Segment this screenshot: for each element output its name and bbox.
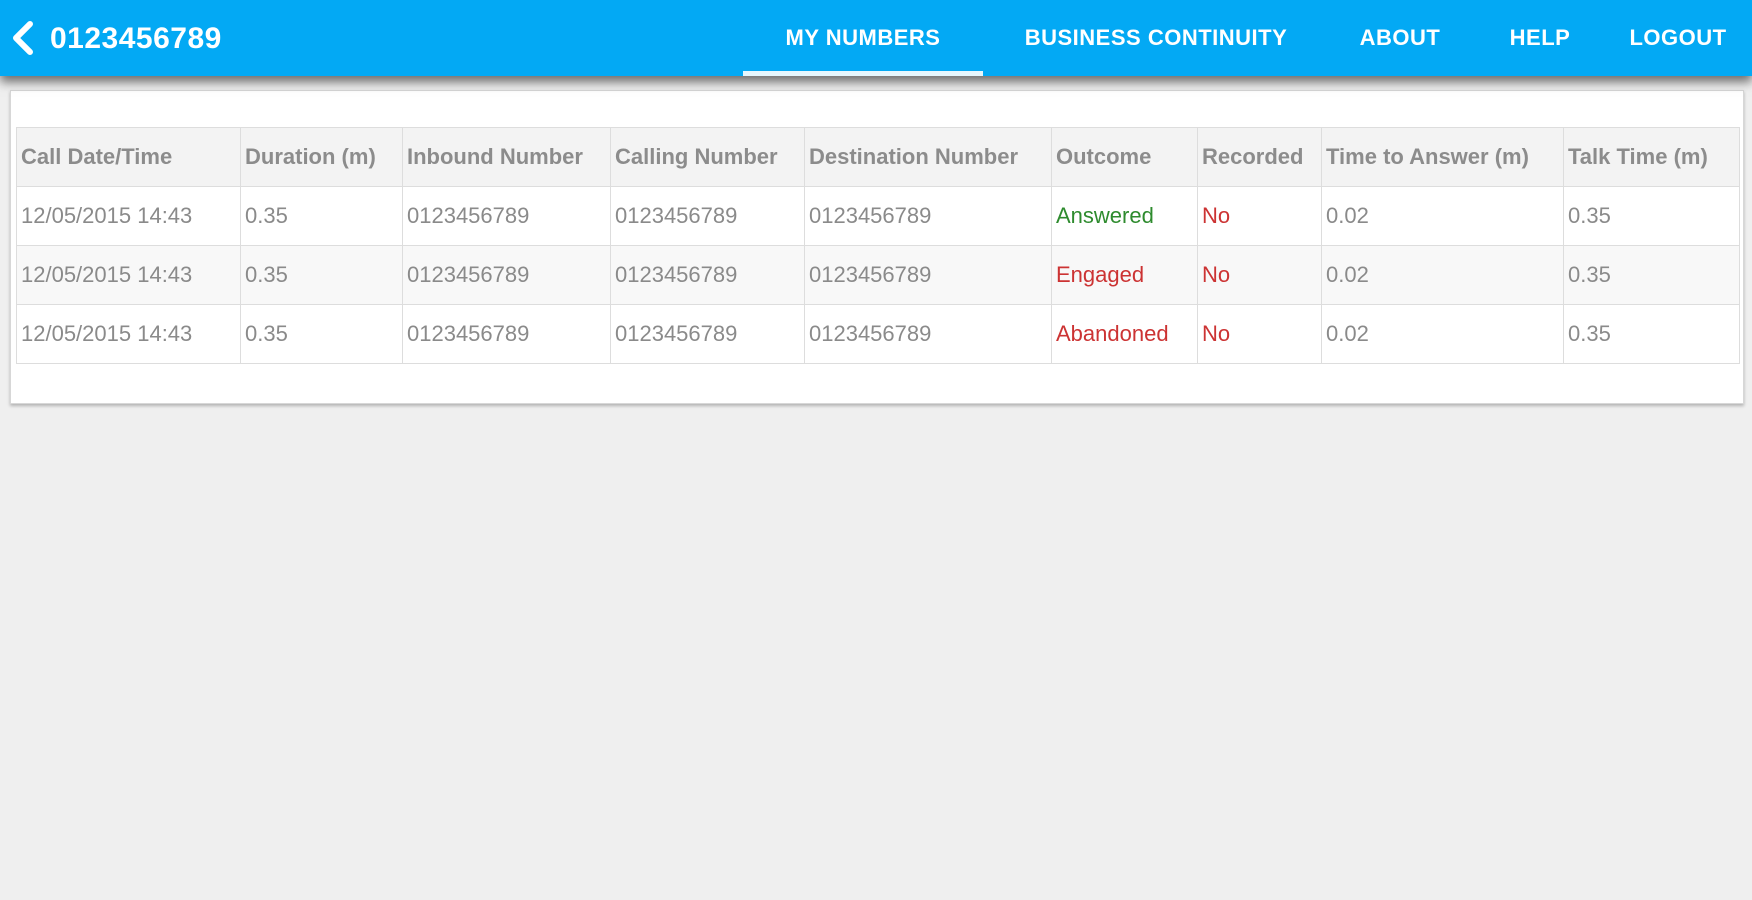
cell-destination: 0123456789: [804, 304, 1052, 364]
chevron-left-icon: [13, 21, 33, 55]
column-header[interactable]: Calling Number: [610, 127, 805, 187]
cell-datetime: 12/05/2015 14:43: [16, 304, 241, 364]
table-row[interactable]: 12/05/2015 14:43 0.35 0123456789 0123456…: [16, 245, 1740, 305]
nav-business-continuity[interactable]: BUSINESS CONTINUITY: [1016, 0, 1296, 76]
cell-duration: 0.35: [240, 186, 403, 246]
cell-inbound: 0123456789: [402, 304, 611, 364]
cell-recorded: No: [1197, 304, 1322, 364]
cell-recorded: No: [1197, 186, 1322, 246]
call-log-panel: Call Date/Time Duration (m) Inbound Numb…: [10, 90, 1744, 404]
table-row[interactable]: 12/05/2015 14:43 0.35 0123456789 0123456…: [16, 186, 1740, 246]
cell-duration: 0.35: [240, 304, 403, 364]
page-title: 0123456789: [50, 22, 222, 55]
cell-destination: 0123456789: [804, 245, 1052, 305]
cell-outcome: Answered: [1051, 186, 1198, 246]
cell-datetime: 12/05/2015 14:43: [16, 186, 241, 246]
nav-help[interactable]: HELP: [1490, 0, 1590, 76]
cell-datetime: 12/05/2015 14:43: [16, 245, 241, 305]
cell-calling: 0123456789: [610, 304, 805, 364]
cell-talk-time: 0.35: [1563, 186, 1740, 246]
cell-time-to-answer: 0.02: [1321, 245, 1564, 305]
column-header[interactable]: Outcome: [1051, 127, 1198, 187]
app-header: 0123456789 MY NUMBERS BUSINESS CONTINUIT…: [0, 0, 1752, 76]
cell-recorded: No: [1197, 245, 1322, 305]
cell-calling: 0123456789: [610, 186, 805, 246]
column-header[interactable]: Duration (m): [240, 127, 403, 187]
column-header[interactable]: Inbound Number: [402, 127, 611, 187]
column-header[interactable]: Talk Time (m): [1563, 127, 1740, 187]
table-header-row: Call Date/Time Duration (m) Inbound Numb…: [16, 127, 1740, 187]
column-header[interactable]: Time to Answer (m): [1321, 127, 1564, 187]
cell-calling: 0123456789: [610, 245, 805, 305]
nav-about[interactable]: ABOUT: [1340, 0, 1460, 76]
cell-outcome: Engaged: [1051, 245, 1198, 305]
column-header[interactable]: Destination Number: [804, 127, 1052, 187]
nav-my-numbers[interactable]: MY NUMBERS: [743, 0, 983, 76]
cell-outcome: Abandoned: [1051, 304, 1198, 364]
cell-destination: 0123456789: [804, 186, 1052, 246]
cell-duration: 0.35: [240, 245, 403, 305]
cell-inbound: 0123456789: [402, 186, 611, 246]
column-header[interactable]: Call Date/Time: [16, 127, 241, 187]
table-row[interactable]: 12/05/2015 14:43 0.35 0123456789 0123456…: [16, 304, 1740, 364]
column-header[interactable]: Recorded: [1197, 127, 1322, 187]
cell-time-to-answer: 0.02: [1321, 186, 1564, 246]
cell-talk-time: 0.35: [1563, 245, 1740, 305]
back-button[interactable]: [6, 18, 40, 58]
cell-inbound: 0123456789: [402, 245, 611, 305]
nav-logout[interactable]: LOGOUT: [1608, 0, 1748, 76]
cell-time-to-answer: 0.02: [1321, 304, 1564, 364]
cell-talk-time: 0.35: [1563, 304, 1740, 364]
call-log-table: Call Date/Time Duration (m) Inbound Numb…: [16, 127, 1740, 364]
